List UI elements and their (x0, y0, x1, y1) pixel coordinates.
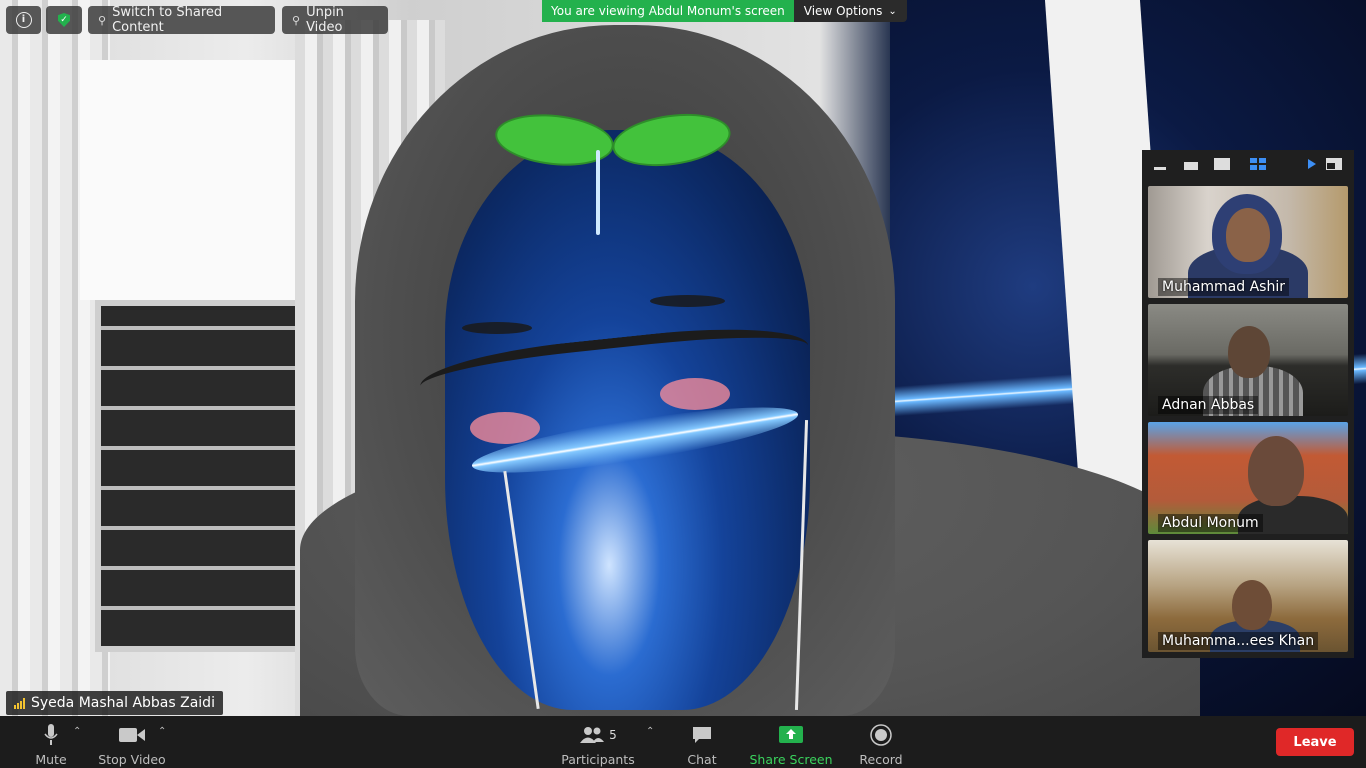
gallery-view-icon[interactable] (1250, 158, 1266, 170)
share-screen-button[interactable]: Share Screen (748, 716, 834, 768)
pop-out-icon[interactable] (1326, 158, 1342, 170)
next-page-icon[interactable] (1308, 158, 1316, 170)
tile-participant-name: Muhamma...ees Khan (1158, 632, 1319, 650)
leave-button[interactable]: Leave (1276, 728, 1354, 756)
mute-label: Mute (35, 752, 67, 767)
stop-video-button[interactable]: Stop Video (96, 716, 168, 768)
video-tile[interactable]: Muhamma...ees Khan (1148, 540, 1348, 652)
tile-person-face (1248, 436, 1304, 506)
viewing-banner: You are viewing Abdul Monum's screen Vie… (542, 0, 907, 22)
info-icon: i (15, 12, 32, 28)
pin-icon: ⚲ (98, 13, 107, 27)
record-button[interactable]: Record (856, 716, 906, 768)
gallery-panel: Muhammad Ashir Adnan Abbas Abdul Monum M… (1142, 150, 1354, 658)
eyebrow-left (462, 322, 532, 334)
participants-button[interactable]: 5 Participants (560, 716, 636, 768)
participants-options-caret-icon[interactable]: ⌃ (646, 726, 654, 737)
chat-icon (691, 722, 713, 748)
main-participant-name: Syeda Mashal Abbas Zaidi (31, 695, 215, 711)
unpin-video-button[interactable]: ⚲ Unpin Video (282, 5, 388, 35)
tile-person-face (1232, 580, 1272, 630)
meeting-info-button[interactable]: i (6, 6, 41, 34)
chat-button[interactable]: Chat (684, 716, 720, 768)
security-button[interactable]: ✓ (46, 6, 82, 34)
participants-count: 5 (609, 728, 617, 742)
eyebrow-right (650, 295, 725, 307)
chat-label: Chat (687, 752, 717, 767)
meeting-toolbar: Mute ⌃ Stop Video ⌃ 5 Participants ⌃ Cha… (0, 716, 1366, 768)
view-options-button[interactable]: View Options ⌄ (793, 0, 907, 22)
background-window-light (80, 60, 320, 300)
mute-button[interactable]: Mute (30, 716, 72, 768)
video-tile[interactable]: Adnan Abbas (1148, 304, 1348, 416)
video-tile[interactable]: Abdul Monum (1148, 422, 1348, 534)
tile-person-face (1226, 208, 1270, 262)
tile-participant-name: Adnan Abbas (1158, 396, 1259, 414)
chevron-down-icon: ⌄ (888, 5, 897, 17)
microphone-icon (44, 722, 58, 748)
participants-label: Participants (561, 752, 635, 767)
speaker-view-icon[interactable] (1214, 158, 1230, 170)
tile-participant-name: Muhammad Ashir (1158, 278, 1289, 296)
unpin-video-label: Unpin Video (306, 5, 344, 35)
record-icon (870, 722, 892, 748)
blush-left (470, 412, 540, 444)
viewing-status: You are viewing Abdul Monum's screen (542, 0, 794, 22)
shield-icon: ✓ (58, 13, 70, 27)
pin-icon: ⚲ (292, 13, 301, 27)
tile-person-face (1228, 326, 1270, 378)
share-screen-label: Share Screen (749, 752, 833, 767)
switch-to-shared-content-label: Switch to Shared Content (112, 5, 223, 35)
blush-right (660, 378, 730, 410)
video-options-caret-icon[interactable]: ⌃ (158, 726, 166, 737)
record-label: Record (859, 752, 903, 767)
view-options-label: View Options (803, 4, 883, 18)
stop-video-label: Stop Video (98, 752, 166, 767)
tile-participant-name: Abdul Monum (1158, 514, 1263, 532)
audio-options-caret-icon[interactable]: ⌃ (73, 726, 81, 737)
minimize-video-icon[interactable] (1154, 158, 1166, 170)
main-participant-name-tag: Syeda Mashal Abbas Zaidi (6, 691, 223, 715)
sprout-filter-stem (596, 150, 600, 235)
gallery-toolbar (1142, 150, 1354, 180)
switch-to-shared-content-button[interactable]: ⚲ Switch to Shared Content (88, 5, 275, 35)
share-screen-icon (779, 722, 803, 748)
camera-icon (119, 722, 145, 748)
video-tile[interactable]: Muhammad Ashir (1148, 186, 1348, 298)
participants-icon: 5 (579, 722, 617, 748)
signal-icon (14, 697, 25, 709)
hide-video-icon[interactable] (1184, 158, 1198, 170)
